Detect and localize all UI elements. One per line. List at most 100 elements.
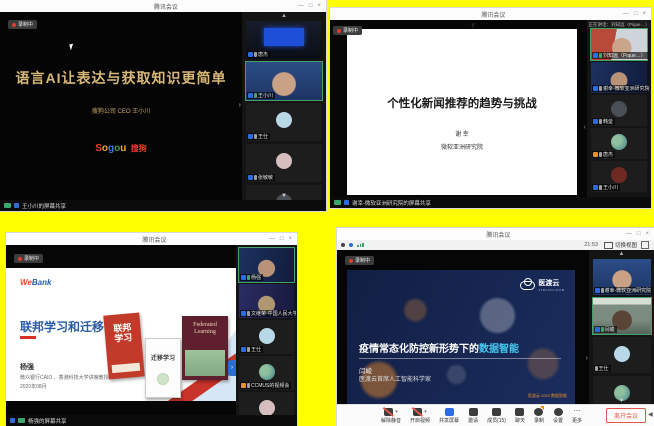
logo-text: 医渡云 [538,278,565,288]
participant-thumbnail[interactable]: 张敏敏 [239,392,294,415]
view-switch-button[interactable]: 切换视图 [615,241,637,249]
participant-thumbnail[interactable]: 王小川 [591,161,647,192]
participant-thumbnail[interactable]: 王仕 [246,103,322,141]
participants-sidebar: 杨强 文继荣-中国人民大学 王仕 CCMUS的视频会 张敏敏 [236,245,297,415]
cursor-pointer-icon [471,23,476,30]
close-button[interactable]: × [645,231,649,237]
info-icon[interactable] [341,243,345,247]
participant-thumbnail[interactable]: 张敏敏 [246,144,322,182]
members-icon [492,408,501,416]
chat-button[interactable]: 聊天 [515,408,525,424]
mic-icon [601,288,604,293]
participant-thumbnail[interactable]: 谢幸-微软亚洲研究院 [593,259,651,295]
window-title: 腾讯会议 [371,230,626,239]
close-button[interactable]: × [642,11,646,17]
mic-icon [247,347,250,352]
maximize-button[interactable]: □ [634,11,638,17]
participant-thumbnail[interactable]: CCMUS的视频会 [239,356,294,390]
participant-name-chip: 谢幸-微软亚洲研究院 [594,287,653,294]
participant-thumbnail[interactable]: 王仕 [239,320,294,354]
sidebar-expand-handle[interactable]: › [586,355,588,362]
toolbar-label: 共享屏幕 [439,417,459,424]
avatar [276,112,292,128]
slide-title-main: 疫情常态化防控新形势下的 [359,344,479,355]
chevron-down-icon[interactable]: ▼ [242,193,326,199]
minimize-button[interactable]: — [298,3,304,9]
toolbar-label: 更多 [572,417,582,424]
meeting-body: 录制中 医渡云 YIDUCLOUD 疫情常态化防控新形势下的数据智能 闫峻 [337,250,654,405]
meeting-window-2: 腾讯会议 — □ × 个性化新闻推荐的趋势与挑战 谢 幸 微软亚洲研究院 录制中… [330,8,651,208]
participant-name-chip: 王小川 [592,184,620,191]
participant-name-chip: 唐杰 [247,51,270,58]
fullscreen-icon[interactable] [641,241,649,249]
participant-thumbnail-speaking[interactable]: 闫峻 [593,298,651,334]
ellipsis-icon: ⋯ [574,408,581,416]
participant-name: 谢幸-微软亚洲研究院 [603,85,649,92]
avatar [611,101,627,117]
chevron-up-icon[interactable]: ▲ [589,251,654,257]
maximize-button[interactable]: □ [309,3,313,9]
minimize-button[interactable]: — [623,11,629,17]
more-button[interactable]: ⋯更多 [572,408,582,424]
book-title: 迁移学习 [146,353,180,362]
shared-screen-area: 录制中 语言AI让表达与获取知识更简单 搜狗公司 CEO 王小川 Sogou 搜… [0,12,242,200]
members-button[interactable]: 成员(15) [487,408,506,424]
mic-active-icon [254,93,257,98]
slide-org: 微软亚洲研究院 [347,142,577,151]
participant-thumbnail-speaking[interactable]: 王小川 [246,62,322,100]
participants-sidebar: ▲ 谢幸-微软亚洲研究院 闫峻 王仕 CCMUS的视频会 [589,250,654,405]
participant-thumbnail[interactable]: 唐杰 [591,128,647,159]
text-cursor-mark: ◀ [648,411,653,418]
toolbar-label: 聊天 [515,417,525,424]
shield-icon[interactable] [349,243,353,247]
participant-thumbnail[interactable]: 文继荣-中国人民大学 [239,284,294,318]
unmute-button[interactable]: ▾ 解除静音 [381,408,401,424]
maximize-button[interactable]: □ [637,231,641,237]
screen-share-icon [445,408,454,416]
title-underline [20,336,36,339]
cloud-icon [520,281,535,290]
record-button[interactable]: 录制 [534,408,544,424]
mic-active-icon [599,53,602,58]
sidebar-collapse-handle[interactable]: ‹ [584,124,586,131]
participant-name: 王小川 [603,184,618,191]
chevron-up-icon[interactable]: ▲ [242,13,326,19]
participant-thumbnail-speaking[interactable]: 刘知远（Pique…） [591,29,647,60]
member-icon [595,327,600,332]
mic-icon [254,52,257,57]
start-video-button[interactable]: ▾开启视频 [410,408,430,424]
chevron-right-icon: › [231,365,233,371]
sidebar-collapse-tab[interactable]: › [228,360,236,376]
close-button[interactable]: × [288,236,292,242]
settings-button[interactable]: 设置 [553,408,563,424]
close-button[interactable]: × [317,3,321,9]
sidebar-expand-handle[interactable]: › [239,102,241,109]
minimize-button[interactable]: — [269,236,275,242]
invite-icon [469,408,478,416]
maximize-button[interactable]: □ [280,236,284,242]
participant-name-chip: 谢幸-微软亚洲研究院 [592,85,649,92]
share-screen-button[interactable]: 共享屏幕 [439,408,459,424]
toolbar-label: 解除静音 [381,417,401,424]
caret-down-icon[interactable]: ▾ [424,409,427,415]
participant-thumbnail[interactable]: 唐杰 [246,21,322,59]
participant-thumbnail-speaking[interactable]: 杨强 [239,248,294,282]
logo-subtext: YIDUCLOUD [538,288,565,292]
participant-thumbnail[interactable]: 王仕 [593,337,651,373]
slide-date: 2020年08月 [20,383,47,390]
minimize-button[interactable]: — [626,231,632,237]
invite-button[interactable]: 邀请 [468,408,478,424]
caret-down-icon[interactable]: ▾ [395,409,398,415]
participant-thumbnail[interactable]: 谢幸-微软亚洲研究院 [591,62,647,93]
book-title: 学习 [114,332,133,344]
member-icon [241,347,246,352]
participant-name: 张敏敏 [258,174,273,181]
window-title: 腾讯会议 [34,2,298,11]
participant-name-chip: CCMUS的视频会 [240,382,291,389]
member-icon [248,175,253,180]
participant-thumbnail[interactable]: 韩垒 [591,95,647,126]
leave-meeting-button[interactable]: 离开会议 [606,408,646,423]
window-controls: — □ × [298,3,321,9]
participant-name: 王仕 [599,365,609,372]
share-status-text: 杨强的屏幕共享 [28,417,67,425]
